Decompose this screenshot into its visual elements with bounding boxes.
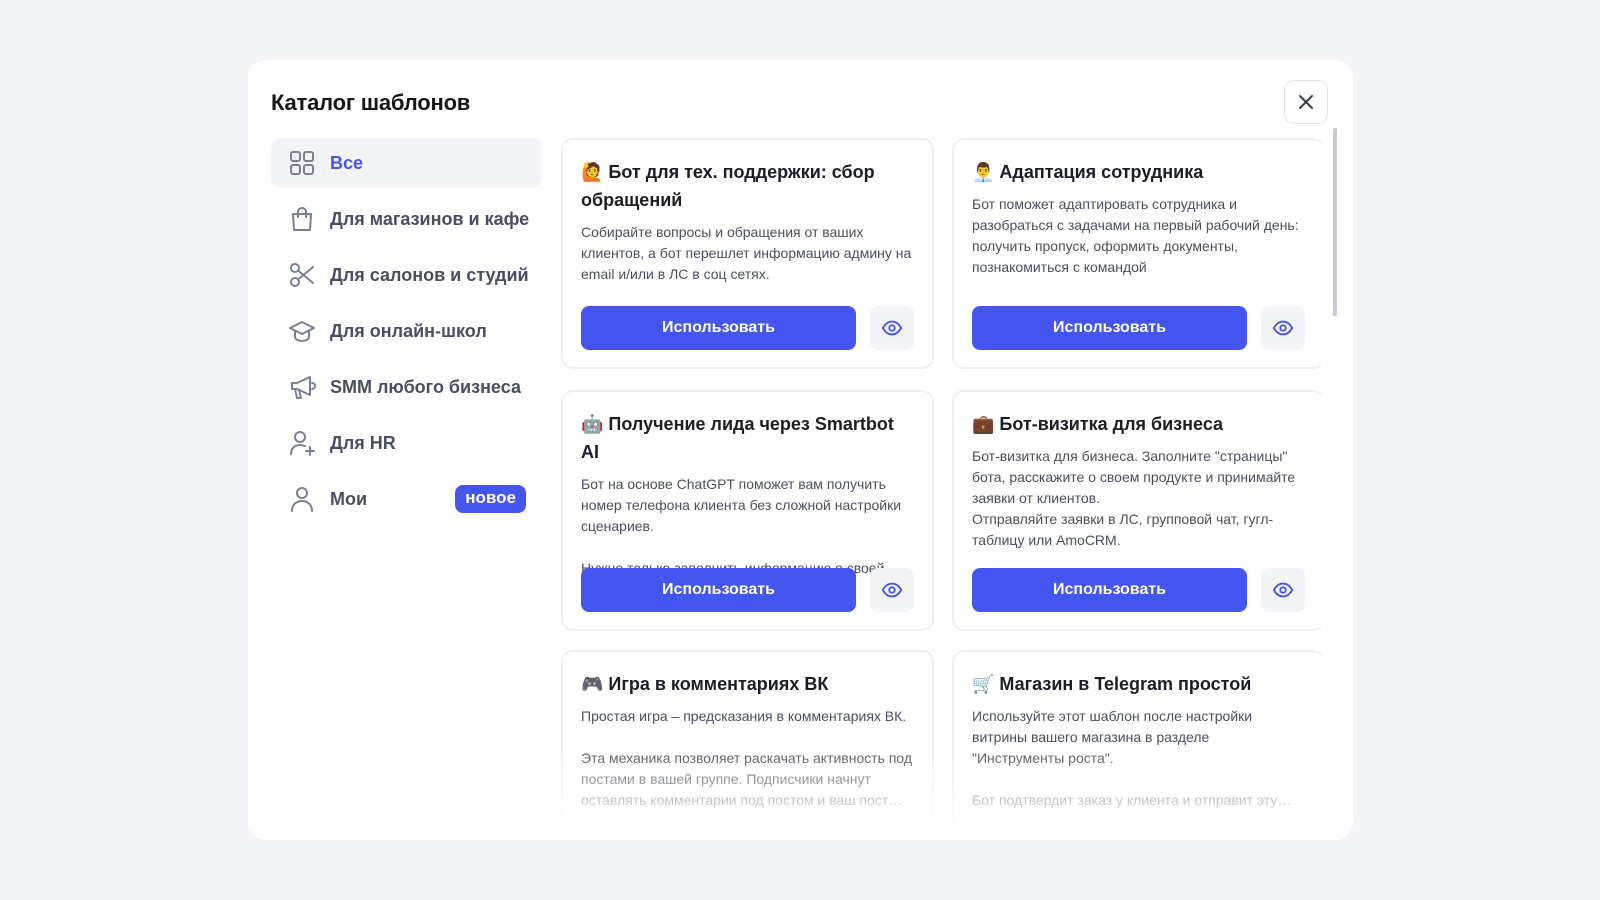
card-description: Используйте этот шаблон после настройки … [972,708,1292,808]
template-card: 🎮 Игра в комментариях ВК Простая игра – … [561,650,934,838]
card-description: Бот на основе ChatGPT поможет вам получи… [581,476,902,576]
sidebar-item-label: Для салонов и студий [330,264,529,285]
use-template-button[interactable]: Использовать [972,306,1247,350]
scissors-icon [288,261,316,289]
scrollbar-thumb[interactable] [1333,128,1337,316]
card-actions: Использовать [581,306,914,350]
sidebar-item-label: Для онлайн-школ [330,320,487,341]
use-template-button[interactable]: Использовать [581,306,856,350]
eye-icon [1272,582,1294,598]
sidebar-item-mine[interactable]: Мои новое [271,474,542,524]
card-description: Простая игра – предсказания в комментари… [581,708,913,808]
user-plus-icon [288,429,316,457]
sidebar-item-salons-studios[interactable]: Для салонов и студий [271,250,542,300]
sidebar-item-label: Все [330,152,364,173]
card-description: Бот-визитка для бизнеса. Заполните "стра… [972,448,1296,548]
preview-button[interactable] [870,568,914,612]
megaphone-icon [288,373,316,401]
sidebar-item-hr[interactable]: Для HR [271,418,542,468]
sidebar-item-label: SMM любого бизнеса [330,376,521,397]
grid-icon [288,149,316,177]
sidebar-item-shops-cafes[interactable]: Для магазинов и кафе [271,194,542,244]
preview-button[interactable] [870,306,914,350]
sidebar-item-label: Для магазинов и кафе [330,208,530,229]
sidebar-item-label: Для HR [330,432,396,453]
card-actions: Использовать [972,568,1305,612]
card-title: 👨‍💼 Адаптация сотрудника [972,162,1204,182]
close-button[interactable] [1284,80,1328,124]
template-card: 👨‍💼 Адаптация сотрудника Бот поможет ада… [952,138,1321,369]
user-icon [288,485,316,513]
eye-icon [1272,320,1294,336]
card-title: 🎮 Игра в комментариях ВК [581,674,829,694]
eye-icon [881,320,903,336]
card-actions: Использовать [581,568,914,612]
sidebar-item-online-schools[interactable]: Для онлайн-школ [271,306,542,356]
template-card: 🙋 Бот для тех. поддержки: сбор обращений… [561,138,934,369]
sidebar-item-all[interactable]: Все [271,138,542,188]
eye-icon [881,582,903,598]
template-cards-grid: 🙋 Бот для тех. поддержки: сбор обращений… [561,138,1321,838]
card-title: 🙋 Бот для тех. поддержки: сбор обращений [581,162,875,210]
cards-scrollbar[interactable] [1333,128,1337,818]
sidebar-item-smm[interactable]: SMM любого бизнеса [271,362,542,412]
template-card: 🤖 Получение лида через Smartbot AI Бот н… [561,390,934,631]
preview-button[interactable] [1261,306,1305,350]
card-actions: Использовать [972,306,1305,350]
template-card: 💼 Бот-визитка для бизнеса Бот-визитка дл… [952,390,1321,631]
card-title: 🛒 Магазин в Telegram простой [972,674,1252,694]
graduation-cap-icon [288,317,316,345]
modal-title: Каталог шаблонов [271,90,471,115]
card-title: 💼 Бот-визитка для бизнеса [972,414,1224,434]
card-description: Бот поможет адаптировать сотрудника и ра… [972,196,1299,275]
new-badge: новое [455,485,526,513]
card-description: Собирайте вопросы и обращения от ваших к… [581,224,912,282]
shopping-bag-icon [288,205,316,233]
use-template-button[interactable]: Использовать [581,568,856,612]
template-card: 🛒 Магазин в Telegram простой Используйте… [952,650,1321,838]
category-sidebar: Все Для магазинов и кафе Для салонов и с… [271,138,542,530]
sidebar-item-label: Мои [330,488,368,509]
use-template-button[interactable]: Использовать [972,568,1247,612]
preview-button[interactable] [1261,568,1305,612]
template-catalog-modal: Каталог шаблонов Все Для магазинов и каф… [248,60,1353,840]
close-icon [1299,95,1313,109]
card-title: 🤖 Получение лида через Smartbot AI [581,414,894,462]
